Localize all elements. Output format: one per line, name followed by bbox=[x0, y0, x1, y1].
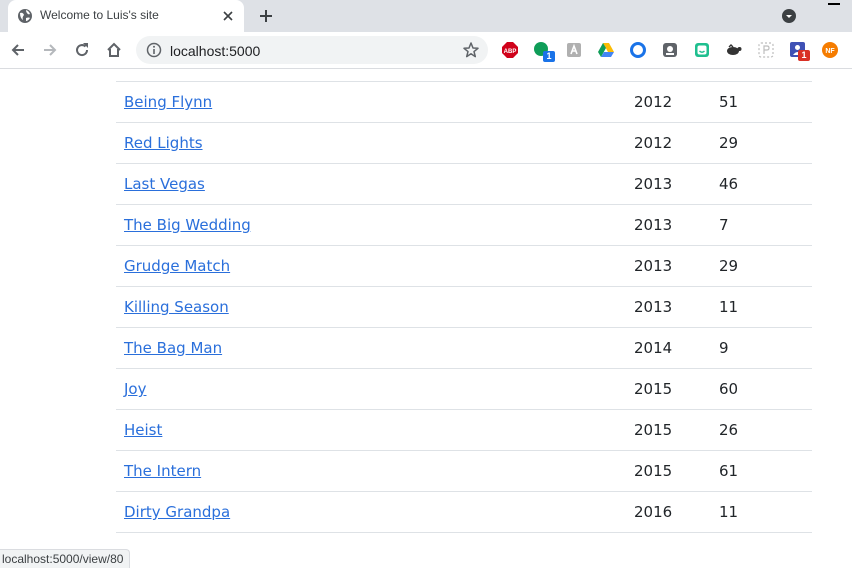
movie-title-cell: The Intern bbox=[116, 450, 634, 492]
extension-badge: 1 bbox=[798, 50, 810, 61]
table-row: Joy 2015 60 bbox=[116, 368, 812, 410]
movie-year-cell: 2013 bbox=[634, 245, 719, 287]
green-face-extension-icon[interactable] bbox=[693, 41, 711, 59]
movie-title-cell: Grudge Match bbox=[116, 245, 634, 287]
site-info-icon[interactable] bbox=[146, 42, 162, 58]
adblock-plus-icon[interactable]: ABP bbox=[501, 41, 519, 59]
movie-score-cell: 60 bbox=[719, 368, 812, 410]
home-icon[interactable] bbox=[105, 41, 123, 59]
forward-arrow-icon[interactable] bbox=[41, 41, 59, 59]
new-tab-icon[interactable] bbox=[257, 7, 275, 25]
table-row: The Bag Man 2014 9 bbox=[116, 327, 812, 369]
movie-score-cell: 7 bbox=[719, 204, 812, 246]
movie-year-cell: 2013 bbox=[634, 204, 719, 246]
movie-title-link[interactable]: The Intern bbox=[124, 462, 201, 480]
url-text[interactable]: localhost:5000 bbox=[170, 43, 260, 59]
dashed-box-extension-icon[interactable] bbox=[757, 41, 775, 59]
table-row: Dirty Grandpa 2016 11 bbox=[116, 491, 812, 533]
google-drive-icon[interactable] bbox=[597, 41, 615, 59]
movies-table: Silver Linings Playbook201292Being Flynn… bbox=[116, 69, 812, 533]
movie-title-link[interactable]: Dirty Grandpa bbox=[124, 503, 230, 521]
movie-title-link[interactable]: Last Vegas bbox=[124, 175, 205, 193]
browser-tab[interactable]: Welcome to Luis's site bbox=[8, 0, 244, 32]
tab-title: Welcome to Luis's site bbox=[40, 8, 159, 22]
movie-year-cell: 2015 bbox=[634, 368, 719, 410]
movie-score-cell: 92 bbox=[719, 69, 812, 82]
grammar-extension-icon[interactable] bbox=[565, 41, 583, 59]
movie-year-cell: 2015 bbox=[634, 409, 719, 451]
bookmark-star-icon[interactable] bbox=[462, 41, 480, 59]
movie-score-cell: 29 bbox=[719, 245, 812, 287]
address-bar[interactable]: localhost:5000 bbox=[136, 36, 488, 64]
movie-score-cell: 61 bbox=[719, 450, 812, 492]
table-row: Last Vegas 2013 46 bbox=[116, 163, 812, 205]
movie-title-cell: Joy bbox=[116, 368, 634, 410]
svg-text:ABP: ABP bbox=[504, 49, 517, 55]
movie-score-cell: 11 bbox=[719, 286, 812, 328]
browser-toolbar: localhost:5000 ABP 1 1 NF bbox=[0, 32, 852, 69]
movie-year-cell: 2016 bbox=[634, 491, 719, 533]
table-row: Heist 2015 26 bbox=[116, 409, 812, 451]
table-row: Being Flynn 2012 51 bbox=[116, 81, 812, 123]
table-row: The Intern 2015 61 bbox=[116, 450, 812, 492]
movie-title-link[interactable]: The Big Wedding bbox=[124, 216, 251, 234]
green-circle-extension-icon[interactable]: 1 bbox=[533, 41, 555, 62]
movie-title-cell: Heist bbox=[116, 409, 634, 451]
globe-icon bbox=[17, 8, 33, 24]
link-status-bubble: localhost:5000/view/80 bbox=[0, 549, 131, 568]
table-row: Killing Season 2013 11 bbox=[116, 286, 812, 328]
movie-score-cell: 9 bbox=[719, 327, 812, 369]
purple-person-extension-icon[interactable]: 1 bbox=[789, 41, 810, 61]
movie-year-cell: 2012 bbox=[634, 69, 719, 82]
page-content: Silver Linings Playbook201292Being Flynn… bbox=[0, 69, 852, 567]
movie-score-cell: 51 bbox=[719, 81, 812, 123]
movie-title-cell: Red Lights bbox=[116, 122, 634, 164]
back-arrow-icon[interactable] bbox=[9, 41, 27, 59]
movie-year-cell: 2012 bbox=[634, 122, 719, 164]
movie-title-cell: The Bag Man bbox=[116, 327, 634, 369]
extension-badge: 1 bbox=[543, 51, 555, 62]
table-row: Red Lights 2012 29 bbox=[116, 122, 812, 164]
movie-score-cell: 26 bbox=[719, 409, 812, 451]
close-tab-icon[interactable] bbox=[220, 8, 236, 24]
table-row: Silver Linings Playbook 201292 bbox=[116, 69, 812, 82]
movie-year-cell: 2014 bbox=[634, 327, 719, 369]
movie-title-cell: Being Flynn bbox=[116, 81, 634, 123]
movie-year-cell: 2013 bbox=[634, 163, 719, 205]
blue-ring-extension-icon[interactable] bbox=[629, 41, 647, 59]
movie-title-cell: The Big Wedding bbox=[116, 204, 634, 246]
movie-title-link[interactable]: Being Flynn bbox=[124, 93, 212, 111]
tab-search-icon[interactable] bbox=[780, 7, 798, 25]
reload-icon[interactable] bbox=[73, 41, 91, 59]
movie-title-link[interactable]: Silver Linings Playbook bbox=[124, 69, 297, 70]
movie-title-link[interactable]: Killing Season bbox=[124, 298, 229, 316]
movie-title-link[interactable]: Joy bbox=[124, 380, 146, 398]
minimize-window-icon[interactable] bbox=[828, 3, 840, 5]
turtle-extension-icon[interactable] bbox=[725, 41, 743, 59]
movie-score-cell: 29 bbox=[719, 122, 812, 164]
movie-title-link[interactable]: Heist bbox=[124, 421, 162, 439]
tab-strip: Welcome to Luis's site bbox=[0, 0, 852, 32]
movie-score-cell: 11 bbox=[719, 491, 812, 533]
nf-extension-icon[interactable]: NF bbox=[821, 41, 839, 59]
movie-title-link[interactable]: The Bag Man bbox=[124, 339, 222, 357]
movie-title-cell: Dirty Grandpa bbox=[116, 491, 634, 533]
movie-title-cell: Killing Season bbox=[116, 286, 634, 328]
table-row: Grudge Match 2013 29 bbox=[116, 245, 812, 287]
gray-box-extension-icon[interactable] bbox=[661, 41, 679, 59]
movie-title-link[interactable]: Grudge Match bbox=[124, 257, 230, 275]
movie-year-cell: 2015 bbox=[634, 450, 719, 492]
svg-text:NF: NF bbox=[825, 48, 835, 55]
table-row: The Big Wedding 2013 7 bbox=[116, 204, 812, 246]
movie-title-link[interactable]: Red Lights bbox=[124, 134, 203, 152]
movie-year-cell: 2012 bbox=[634, 81, 719, 123]
movie-year-cell: 2013 bbox=[634, 286, 719, 328]
movie-title-cell: Last Vegas bbox=[116, 163, 634, 205]
movie-title-cell: Silver Linings Playbook bbox=[116, 69, 634, 82]
movie-score-cell: 46 bbox=[719, 163, 812, 205]
